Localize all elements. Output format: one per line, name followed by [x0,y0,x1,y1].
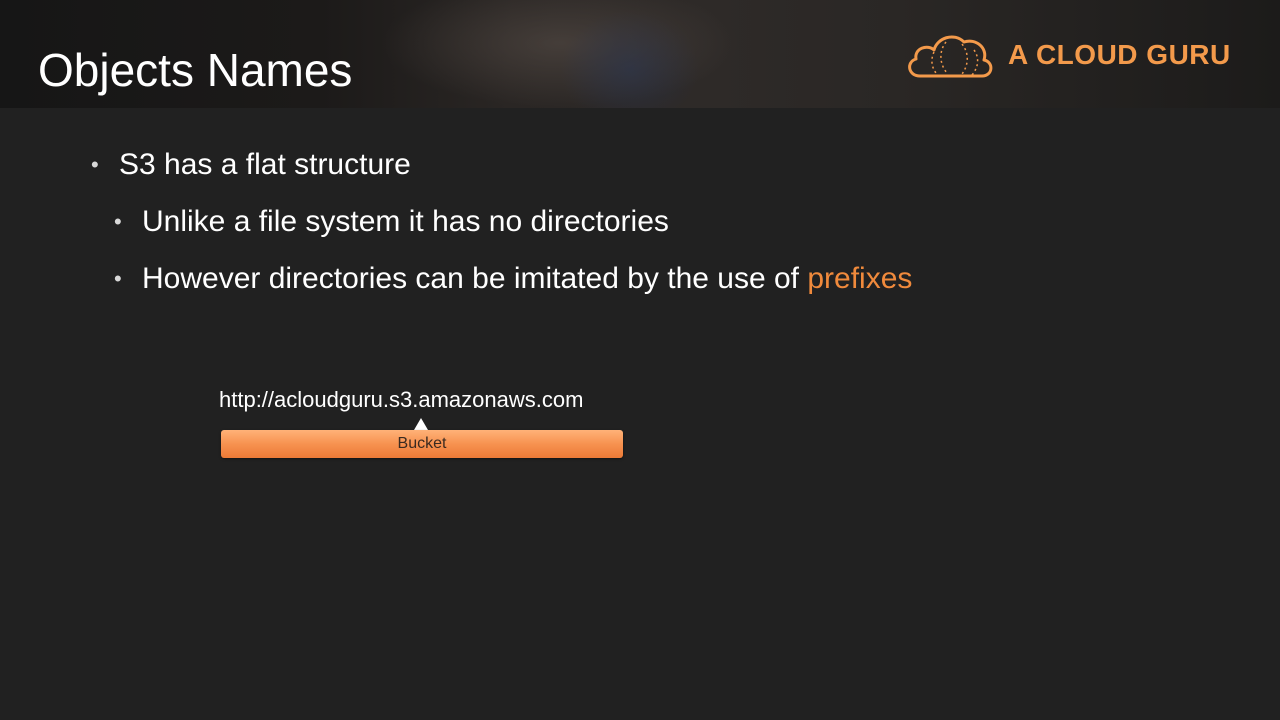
bullet-text: S3 has a flat structure [119,148,411,181]
sub-bullet-item: • However directories can be imitated by… [114,261,913,297]
bullet-marker: • [114,266,122,291]
cloud-icon [908,35,993,78]
logo-text: A CLOUD GURU [1008,39,1231,70]
bucket-label-bar: Bucket [221,430,623,458]
bullet-text: Unlike a file system it has no directori… [142,205,669,238]
bullet-item: • S3 has a flat structure [91,147,411,183]
pointer-arrow [414,418,428,430]
bucket-url: http://acloudguru.s3.amazonaws.com [219,387,584,412]
company-logo: A CLOUD GURU [904,28,1231,82]
highlighted-term: prefixes [807,262,913,295]
slide: Objects Names A CLOUD GURU • S3 has a fl… [0,0,1280,720]
slide-title: Objects Names [38,44,353,96]
header-photo-shade-blue [560,10,700,108]
bullet-text: However directories can be imitated by t… [142,262,808,295]
sub-bullet-item: • Unlike a file system it has no directo… [114,204,669,240]
header-banner: Objects Names A CLOUD GURU [0,0,1280,108]
bucket-label: Bucket [397,435,447,452]
bullet-marker: • [91,152,99,177]
bullet-marker: • [114,209,122,234]
